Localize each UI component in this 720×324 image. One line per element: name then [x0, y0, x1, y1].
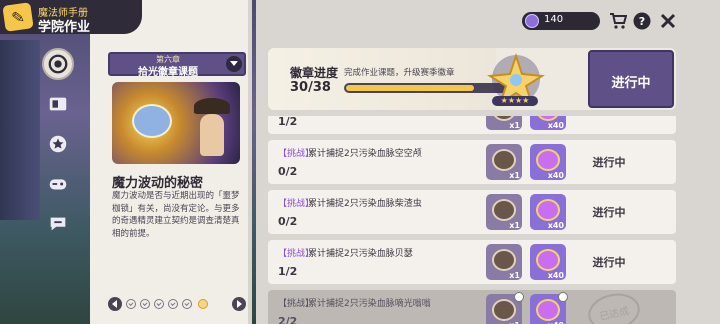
- task-progress: 2/2: [278, 315, 298, 324]
- reward-qty: x40: [547, 171, 564, 180]
- app-header: ✎ 魔法师手册 学院作业: [0, 0, 142, 34]
- reward-qty: x1: [509, 271, 520, 280]
- help-icon: ?: [633, 12, 651, 30]
- reward-qty: x40: [547, 271, 564, 280]
- arrow-left-icon: [112, 300, 117, 308]
- orb-icon: [536, 149, 560, 171]
- badge-star-rating: ★★★★: [492, 96, 538, 106]
- rail-item-4[interactable]: [42, 168, 74, 200]
- chapter-name: 拾光徽章课题: [138, 67, 198, 78]
- orb-icon: [536, 199, 560, 221]
- reward-item[interactable]: x40: [530, 194, 566, 230]
- help-button[interactable]: ?: [632, 11, 652, 31]
- task-row: 【挑战】 累计捕捉2只污染血脉柴渣虫 0/2 x1 x40 进行中: [268, 190, 676, 234]
- target-icon: [48, 54, 68, 74]
- reward-item[interactable]: x1: [486, 116, 522, 130]
- badge-count: 30/38: [290, 80, 331, 95]
- chapter-illustration: [112, 82, 240, 164]
- reward-qty: x40: [547, 221, 564, 230]
- task-row-completed: 【挑战】 累计捕捉2只污染血脉嘀光嗡嗡 2/2 x1 x40 已达成: [268, 288, 676, 324]
- chat-icon: [50, 217, 66, 231]
- star-icon: [49, 135, 67, 153]
- badge-status-button[interactable]: 进行中: [588, 50, 674, 108]
- witch-hat: [194, 98, 230, 114]
- prev-page-button[interactable]: [108, 297, 122, 311]
- badge-description: 完成作业课题，升级赛季徽章: [344, 68, 455, 78]
- reward-qty: x1: [509, 221, 520, 230]
- task-title: 累计捕捉2只污染血脉空空颅: [308, 149, 422, 159]
- gem-icon: [525, 14, 539, 28]
- rail-item-3[interactable]: [42, 128, 74, 160]
- handbook-logo-icon: ✎: [2, 2, 34, 32]
- arrow-right-icon: [237, 300, 242, 308]
- task-status[interactable]: 进行中: [574, 254, 644, 270]
- pager-dot[interactable]: [182, 299, 192, 309]
- cart-icon: [610, 13, 627, 29]
- task-title: 累计捕捉2只污染血脉柴渣虫: [308, 199, 422, 209]
- check-icon: [514, 292, 524, 302]
- completed-stamp: 已达成: [584, 288, 644, 324]
- castle-scene: [0, 40, 40, 220]
- reward-qty: x40: [547, 121, 564, 130]
- spirit-creature: [132, 104, 172, 138]
- header-title: 学院作业: [38, 19, 91, 34]
- task-status[interactable]: 进行中: [574, 204, 644, 220]
- reward-item[interactable]: x40: [530, 292, 568, 324]
- pager-dot[interactable]: [168, 299, 178, 309]
- close-icon: [660, 13, 676, 29]
- check-icon: [558, 292, 568, 302]
- task-title: 累计捕捉2只污染血脉贝瑟: [308, 249, 413, 259]
- acorn-icon: [492, 249, 516, 271]
- reward-item[interactable]: x40: [530, 244, 566, 280]
- story-title: 魔力波动的秘密: [112, 176, 204, 191]
- rail-item-5[interactable]: [42, 208, 74, 240]
- chapter-pager: [106, 296, 248, 314]
- task-row: 【挑战】 累计捕捉2只污染血脉空空颅 0/2 x1 x40 进行中: [268, 140, 676, 184]
- orb-icon: [536, 249, 560, 271]
- reward-item[interactable]: x1: [486, 144, 522, 180]
- gamepad-icon: [49, 179, 67, 190]
- reward-item[interactable]: x1: [486, 292, 524, 324]
- acorn-icon: [492, 199, 516, 221]
- task-row: 【挑战】 累计捕捉2只污染血脉贝瑟 1/2 x1 x40 进行中: [268, 240, 676, 284]
- acorn-icon: [492, 299, 516, 321]
- girl-character: [200, 114, 224, 156]
- badge-progress-fill: [346, 85, 474, 91]
- rail-item-badge-quest[interactable]: [42, 48, 74, 80]
- reward-item[interactable]: x40: [530, 116, 566, 130]
- badge-title: 徽章进度: [290, 66, 339, 80]
- orb-icon: [536, 299, 560, 321]
- close-button[interactable]: [658, 11, 678, 31]
- chevron-down-icon[interactable]: [226, 56, 242, 72]
- reward-qty: x1: [509, 121, 520, 130]
- next-page-button[interactable]: [232, 297, 246, 311]
- chapter-selector[interactable]: 第六章 拾光徽章课题: [108, 52, 246, 78]
- side-rail: [38, 40, 78, 240]
- story-body: 魔力波动是否与近期出现的「噩梦枷锁」有关，尚没有定论。与更多的奇遇精灵建立契约是…: [112, 191, 240, 239]
- shop-button[interactable]: [608, 11, 628, 31]
- task-progress: 0/2: [278, 215, 298, 228]
- pager-dot-current[interactable]: [198, 299, 208, 309]
- task-progress: 1/2: [278, 265, 298, 278]
- reward-item[interactable]: x1: [486, 244, 522, 280]
- pager-dot[interactable]: [154, 299, 164, 309]
- svg-text:?: ?: [639, 15, 645, 28]
- task-list: 1/2 x1 x40 【挑战】 累计捕捉2只污染血脉空空颅 0/2 x1 x40…: [268, 116, 676, 324]
- reward-item[interactable]: x40: [530, 144, 566, 180]
- task-row: 1/2 x1 x40: [268, 116, 676, 134]
- pager-dot[interactable]: [126, 299, 136, 309]
- acorn-icon: [492, 149, 516, 171]
- reward-item[interactable]: x1: [486, 194, 522, 230]
- badge-status-label: 进行中: [611, 76, 651, 91]
- book-icon: [49, 97, 67, 111]
- task-progress: 0/2: [278, 165, 298, 178]
- task-status[interactable]: 进行中: [574, 154, 644, 170]
- task-title: 累计捕捉2只污染血脉嘀光嗡嗡: [308, 299, 431, 309]
- reward-qty: x1: [509, 171, 520, 180]
- rail-item-2[interactable]: [42, 88, 74, 120]
- currency-display: 140: [522, 12, 600, 30]
- task-progress: 1/2: [278, 116, 298, 128]
- currency-value: 140: [544, 14, 564, 25]
- pager-dot[interactable]: [140, 299, 150, 309]
